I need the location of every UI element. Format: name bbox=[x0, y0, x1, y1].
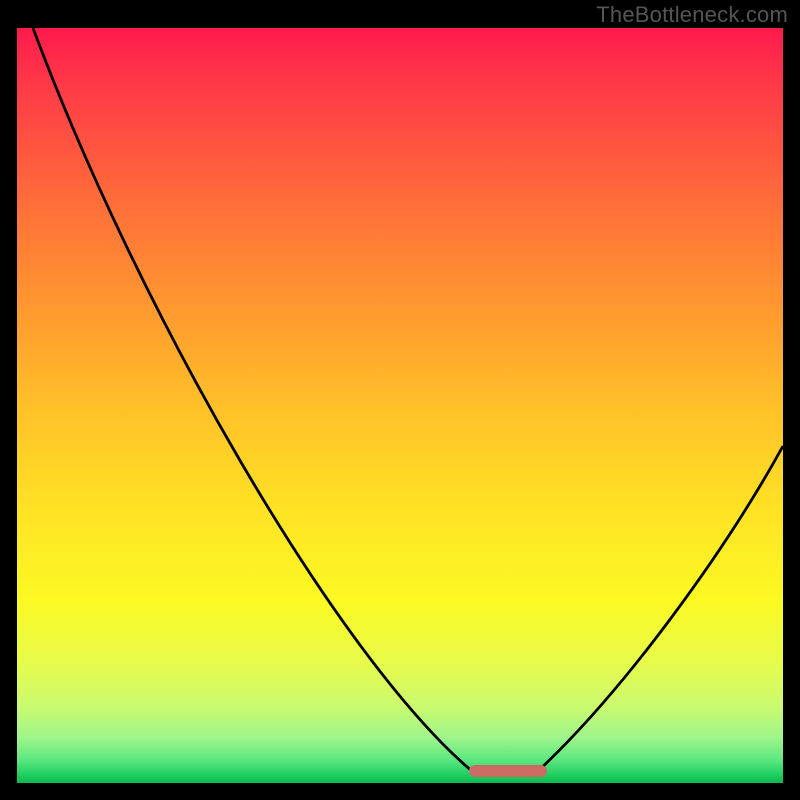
plot-area bbox=[17, 28, 783, 783]
chart-frame: TheBottleneck.com bbox=[0, 0, 800, 800]
curve-layer bbox=[17, 28, 783, 783]
optimal-range-marker bbox=[469, 765, 547, 777]
watermark-text: TheBottleneck.com bbox=[596, 2, 788, 28]
bottleneck-curve bbox=[33, 28, 783, 772]
